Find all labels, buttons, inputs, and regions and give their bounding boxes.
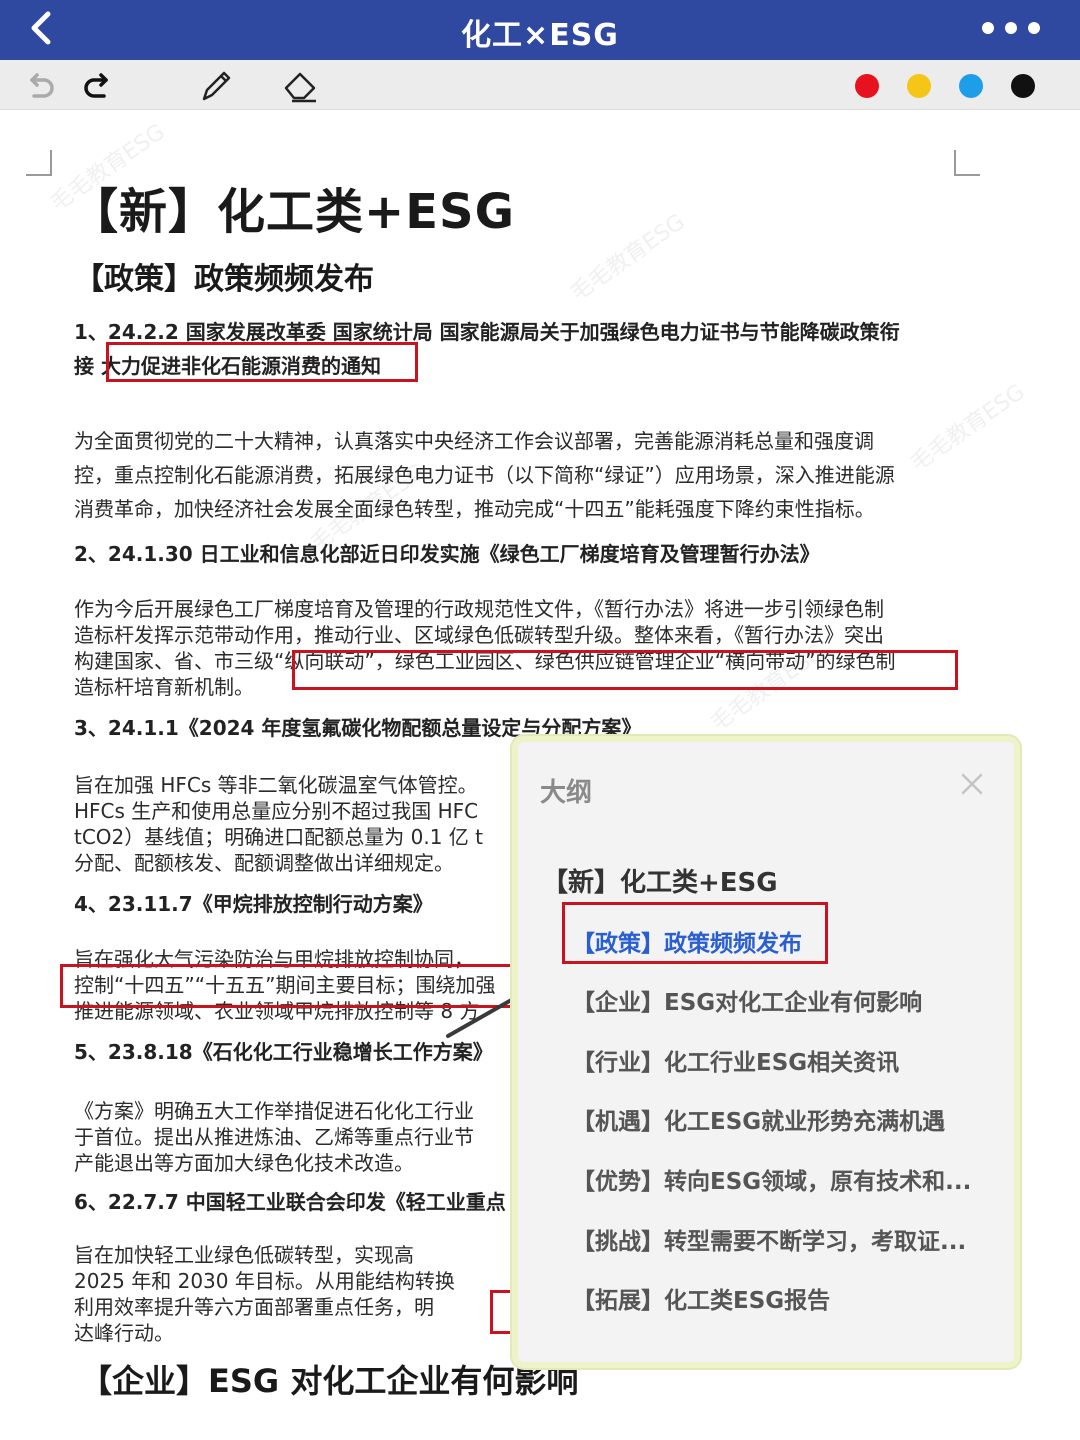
red-highlight-box[interactable]	[292, 650, 958, 690]
item-heading: 1、24.2.2 国家发展改革委 国家统计局 国家能源局关于加强绿色电力证书与节…	[74, 320, 900, 344]
item-heading: 4、23.11.7《甲烷排放控制行动方案》	[74, 892, 433, 916]
redo-icon[interactable]	[80, 68, 116, 104]
more-options-icon[interactable]	[982, 20, 1040, 36]
eraser-icon[interactable]	[282, 68, 318, 104]
color-yellow-swatch[interactable]	[907, 74, 931, 98]
outline-item-advantage[interactable]: 【优势】转向ESG领域，原有技术和...	[572, 1162, 971, 1196]
outline-item-enterprise[interactable]: 【企业】ESG对化工企业有何影响	[572, 983, 922, 1017]
outline-title: 大纲	[540, 778, 593, 808]
item-heading: 2、24.1.30 日工业和信息化部近日印发实施《绿色工厂梯度培育及管理暂行办法…	[74, 542, 820, 566]
item-body: 旨在加快轻工业绿色低碳转型，实现高 2025 年和 2030 年目标。从用能结构…	[74, 1243, 455, 1345]
color-blue-swatch[interactable]	[959, 74, 983, 98]
item-heading: 6、22.7.7 中国轻工业联合会印发《轻工业重点	[74, 1190, 506, 1214]
item-heading: 5、23.8.18《石化化工行业稳增长工作方案》	[74, 1040, 493, 1064]
color-red-swatch[interactable]	[855, 74, 879, 98]
app-title: 化工×ESG	[461, 18, 619, 53]
item-body: 旨在加强 HFCs 等非二氧化碳温室气体管控。 HFCs 生产和使用总量应分别不…	[74, 773, 483, 875]
pen-icon[interactable]	[198, 68, 234, 104]
annotation-toolbar	[0, 60, 1080, 110]
watermark: 毛毛教育ESG	[906, 379, 1030, 477]
item-body: 为全面贯彻党的二十大精神，认真落实中央经济工作会议部署，完善能源消耗总量和强度调…	[74, 429, 895, 521]
red-highlight-box[interactable]	[106, 342, 418, 382]
section-heading-enterprise: 【企业】ESG 对化工企业有何影响	[80, 1362, 579, 1400]
outline-item-opportunity[interactable]: 【机遇】化工ESG就业形势充满机遇	[572, 1102, 945, 1136]
outline-panel: 大纲 【新】化工类+ESG 【政策】政策频频发布 【企业】ESG对化工企业有何影…	[512, 736, 1020, 1368]
close-icon[interactable]	[960, 772, 984, 796]
document-title: 【新】化工类+ESG	[70, 184, 515, 240]
outline-item-industry[interactable]: 【行业】化工行业ESG相关资讯	[572, 1043, 899, 1077]
top-app-bar: 化工×ESG	[0, 0, 1080, 60]
outline-root-item[interactable]: 【新】化工类+ESG	[542, 862, 778, 899]
outline-item-extension[interactable]: 【拓展】化工类ESG报告	[572, 1281, 830, 1315]
item-body: 《方案》明确五大工作举措促进石化化工行业 于首位。提出从推进炼油、乙烯等重点行业…	[74, 1099, 474, 1175]
page-corner-mark	[26, 150, 52, 176]
outline-item-challenge[interactable]: 【挑战】转型需要不断学习，考取证...	[572, 1222, 966, 1256]
color-black-swatch[interactable]	[1011, 74, 1035, 98]
red-highlight-box	[562, 902, 828, 964]
watermark: 毛毛教育ESG	[566, 209, 690, 307]
undo-icon[interactable]	[22, 68, 58, 104]
section-heading-policy: 【政策】政策频频发布	[74, 262, 374, 297]
page-corner-mark	[954, 150, 980, 176]
